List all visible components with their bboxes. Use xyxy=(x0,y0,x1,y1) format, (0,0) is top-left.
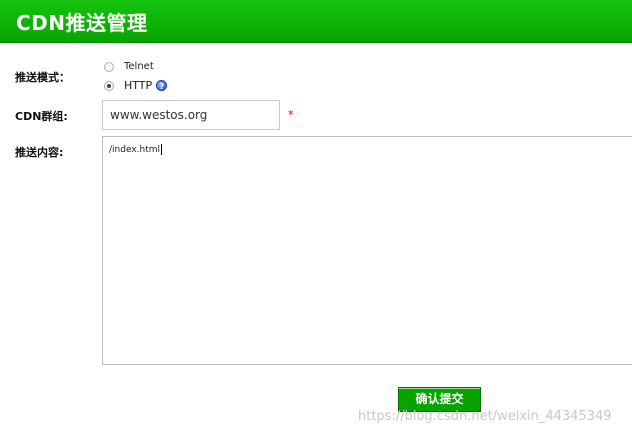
push-content-textarea[interactable]: /index.html xyxy=(102,136,632,365)
page-header: CDN推送管理 xyxy=(0,0,632,43)
telnet-radio[interactable] xyxy=(104,61,114,72)
push-content-text: /index.html xyxy=(109,145,161,155)
cdn-group-label: CDN群组: xyxy=(15,110,68,123)
radio-option-telnet[interactable]: Telnet xyxy=(104,61,154,72)
question-icon[interactable]: ? xyxy=(156,80,168,91)
text-caret xyxy=(161,144,163,155)
telnet-radio-label: Telnet xyxy=(124,61,154,72)
radio-option-http[interactable]: HTTP ? xyxy=(104,79,168,92)
push-content-label: 推送内容: xyxy=(15,146,64,159)
cdn-group-input[interactable]: www.westos.org xyxy=(102,100,280,130)
http-radio[interactable] xyxy=(104,80,114,91)
required-marker: * xyxy=(288,108,294,121)
http-radio-label: HTTP xyxy=(124,79,153,92)
watermark-text: https://blog.csdn.net/weixin_44345349 xyxy=(358,409,612,424)
page-title: CDN推送管理 xyxy=(16,11,148,35)
push-mode-label: 推送模式： xyxy=(15,71,70,84)
